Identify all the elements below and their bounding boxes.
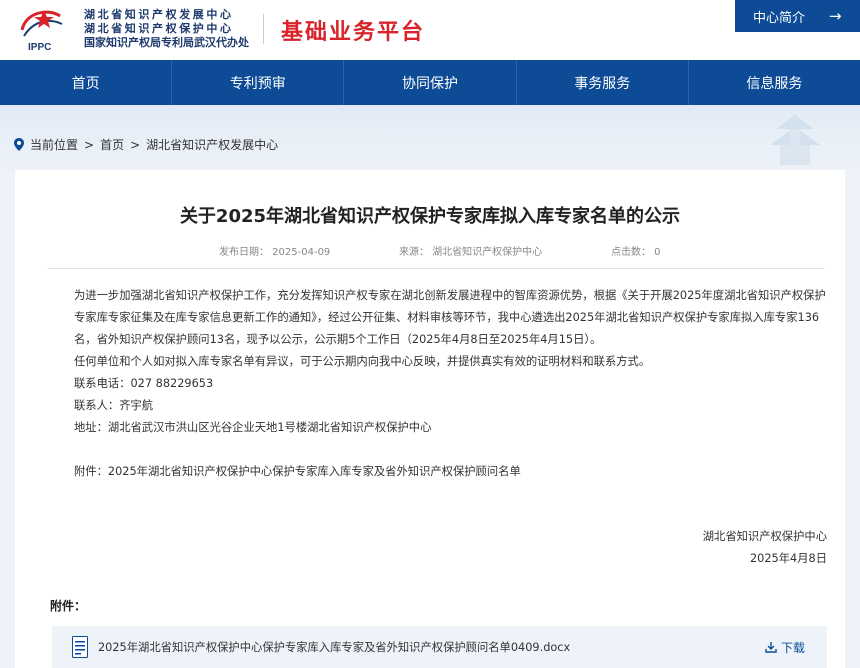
site-header: IPPC 湖北省知识产权发展中心 湖北省知识产权保护中心 国家知识产权局专利局武… — [0, 0, 860, 60]
article-body: 为进一步加强湖北省知识产权保护工作，充分发挥知识产权专家在湖北创新发展进程中的智… — [50, 285, 830, 483]
main-nav: 首页 专利预审 协同保护 事务服务 信息服务 — [0, 60, 860, 105]
org-names: 湖北省知识产权发展中心 湖北省知识产权保护中心 国家知识产权局专利局武汉代办处 — [84, 8, 249, 50]
center-intro-button[interactable]: 中心简介 → — [735, 0, 860, 32]
document-icon — [72, 636, 88, 658]
header-divider — [263, 14, 264, 44]
breadcrumb-center[interactable]: 湖北省知识产权发展中心 — [146, 136, 278, 153]
nav-item-info[interactable]: 信息服务 — [689, 60, 860, 105]
contact-person: 联系人：齐宇航 — [74, 399, 154, 412]
signature-org: 湖北省知识产权保护中心 — [702, 530, 827, 543]
breadcrumb-home[interactable]: 首页 — [100, 136, 124, 153]
signature-date: 2025年4月8日 — [749, 552, 827, 565]
logo-text: IPPC — [28, 42, 51, 53]
article-title: 关于2025年湖北省知识产权保护专家库拟入库专家名单的公示 — [179, 206, 681, 227]
attachment-note: 附件：2025年湖北省知识产权保护中心保护专家库入库专家及省外知识产权保护顾问名… — [74, 465, 521, 478]
nav-item-home[interactable]: 首页 — [0, 60, 173, 105]
contact-phone: 联系电话：027 88229653 — [74, 377, 214, 390]
org-name-3: 国家知识产权局专利局武汉代办处 — [84, 36, 249, 49]
location-pin-icon — [14, 138, 24, 151]
nav-item-protection[interactable]: 协同保护 — [344, 60, 517, 105]
paragraph-objection: 任何单位和个人如对拟入库专家名单有异议，可于公示期内向我中心反映，并提供真实有效… — [74, 355, 651, 368]
download-icon — [765, 642, 777, 653]
attachment-item[interactable]: 2025年湖北省知识产权保护中心保护专家库入库专家及省外知识产权保护顾问名单04… — [52, 626, 827, 668]
ippc-logo[interactable]: IPPC — [14, 6, 70, 54]
breadcrumb: 当前位置 > 首页 > 湖北省知识产权发展中心 — [14, 136, 278, 153]
breadcrumb-separator: > — [84, 137, 95, 152]
paragraph-intro: 为进一步加强湖北省知识产权保护工作，充分发挥知识产权专家在湖北创新发展进程中的智… — [74, 289, 826, 346]
breadcrumb-separator: > — [130, 137, 141, 152]
download-label: 下载 — [780, 640, 805, 655]
org-name-1: 湖北省知识产权发展中心 — [84, 8, 234, 21]
breadcrumb-current-location: 当前位置 — [30, 138, 79, 152]
download-button[interactable]: 下载 — [765, 639, 805, 656]
org-name-2: 湖北省知识产权保护中心 — [84, 22, 234, 35]
nav-item-patent-preexam[interactable]: 专利预审 — [172, 60, 345, 105]
view-count: 点击数： 0 — [611, 247, 661, 258]
platform-title: 基础业务平台 — [281, 20, 426, 45]
contact-address: 地址：湖北省武汉市洪山区光谷企业天地1号楼湖北省知识产权保护中心 — [74, 421, 432, 434]
article-source: 来源： 湖北省知识产权保护中心 — [399, 247, 543, 258]
nav-item-affairs[interactable]: 事务服务 — [517, 60, 689, 105]
attachments-label: 附件： — [50, 599, 87, 613]
attachment-filename[interactable]: 2025年湖北省知识产权保护中心保护专家库入库专家及省外知识产权保护顾问名单04… — [98, 639, 570, 655]
center-intro-label: 中心简介 — [753, 10, 806, 26]
meta-divider — [47, 268, 825, 269]
pavilion-decoration — [770, 115, 820, 165]
article-card: 关于2025年湖北省知识产权保护专家库拟入库专家名单的公示 发布日期： 2025… — [15, 170, 845, 668]
arrow-right-icon: → — [829, 7, 842, 25]
publish-date: 发布日期： 2025-04-09 — [219, 247, 331, 258]
